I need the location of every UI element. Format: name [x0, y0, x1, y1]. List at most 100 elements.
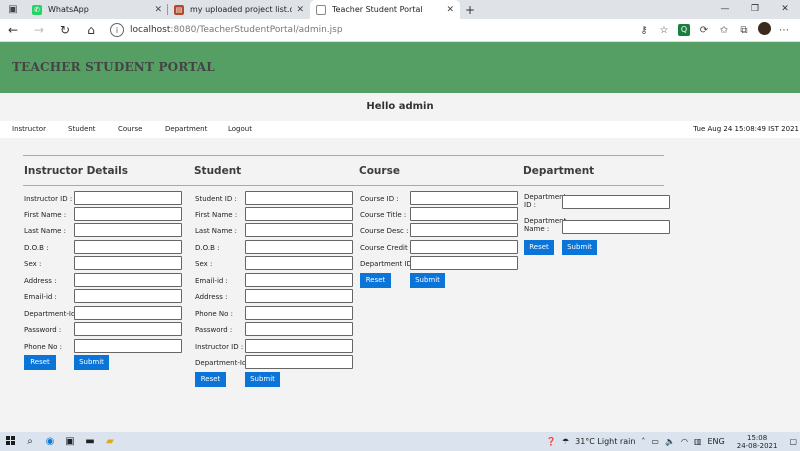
- favorites-icon[interactable]: ✩: [714, 25, 734, 36]
- department-id-input[interactable]: [562, 195, 670, 209]
- refresh-icon[interactable]: ↻: [52, 23, 78, 37]
- help-icon[interactable]: ❓: [546, 437, 556, 446]
- student-address-input[interactable]: [245, 289, 353, 303]
- info-icon[interactable]: i: [110, 23, 124, 37]
- instructor-email-input[interactable]: [74, 289, 182, 303]
- course-department-id-input[interactable]: [410, 256, 518, 270]
- student-reset-button[interactable]: Reset: [195, 372, 226, 387]
- network-icon[interactable]: ▥: [694, 437, 702, 446]
- admin-forms: Instructor Details Instructor ID : First…: [0, 138, 800, 432]
- instructor-id-input[interactable]: [74, 191, 182, 205]
- instructor-department-id-input[interactable]: [74, 306, 182, 320]
- department-name-label: Department Name :: [524, 217, 567, 233]
- instructor-title: Instructor Details: [24, 165, 128, 177]
- notifications-icon[interactable]: ▢: [789, 437, 797, 446]
- course-title: Course: [359, 165, 400, 177]
- tab-project-list[interactable]: ▤ my uploaded project list.downlo ✕: [168, 0, 310, 19]
- course-desc-input[interactable]: [410, 223, 518, 237]
- header-banner: TEACHER STUDENT PORTAL: [0, 42, 800, 93]
- volume-icon[interactable]: 🔈: [665, 437, 675, 446]
- student-phone-label: Phone No :: [195, 310, 234, 318]
- system-tray: ❓ ☂ 31°C Light rain ˄ ▭ 🔈 ◠ ▥ ENG 15:08 …: [543, 434, 800, 450]
- home-icon[interactable]: ⌂: [78, 23, 104, 37]
- clock-date: 24-08-2021: [736, 441, 778, 450]
- student-title: Student: [194, 165, 242, 177]
- instructor-id-label: Instructor ID :: [24, 195, 73, 203]
- extension-q-icon[interactable]: Q: [674, 24, 694, 36]
- extension-icon[interactable]: ⟳: [694, 25, 714, 36]
- student-department-id-input[interactable]: [245, 355, 353, 369]
- weather-text[interactable]: 31°C Light rain: [575, 437, 635, 446]
- file-explorer-icon[interactable]: ▰: [100, 436, 120, 447]
- close-icon[interactable]: ✕: [296, 5, 304, 15]
- student-last-name-input[interactable]: [245, 223, 353, 237]
- profile-icon[interactable]: [754, 22, 774, 38]
- terminal-icon[interactable]: ▬: [80, 436, 100, 447]
- tab-title: my uploaded project list.downlo: [190, 5, 293, 14]
- instructor-password-label: Password :: [24, 326, 62, 334]
- course-id-input[interactable]: [410, 191, 518, 205]
- favorite-add-icon[interactable]: ☆: [654, 25, 674, 36]
- key-icon[interactable]: ⚷: [634, 25, 654, 36]
- instructor-dob-input[interactable]: [74, 240, 182, 254]
- student-dob-input[interactable]: [245, 240, 353, 254]
- department-submit-button[interactable]: Submit: [562, 240, 597, 255]
- student-instructor-id-input[interactable]: [245, 339, 353, 353]
- tab-teacher-student-portal[interactable]: Teacher Student Portal ✕: [310, 0, 460, 19]
- student-id-input[interactable]: [245, 191, 353, 205]
- site-title: TEACHER STUDENT PORTAL: [12, 60, 215, 74]
- menu-department[interactable]: Department: [165, 125, 207, 133]
- instructor-sex-input[interactable]: [74, 256, 182, 270]
- instructor-phone-input[interactable]: [74, 339, 182, 353]
- course-title-input[interactable]: [410, 207, 518, 221]
- address-bar[interactable]: i localhost:8080/TeacherStudentPortal/ad…: [110, 21, 630, 39]
- instructor-submit-button[interactable]: Submit: [74, 355, 109, 370]
- instructor-last-name-input[interactable]: [74, 223, 182, 237]
- menu-course[interactable]: Course: [118, 125, 142, 133]
- new-tab-button[interactable]: +: [460, 0, 480, 19]
- windows-start-icon[interactable]: [0, 435, 20, 448]
- course-id-label: Course ID :: [360, 195, 399, 203]
- department-reset-button[interactable]: Reset: [524, 240, 554, 255]
- close-icon[interactable]: ✕: [154, 5, 162, 15]
- taskbar-clock[interactable]: 15:08 24-08-2021: [734, 434, 781, 450]
- menu-instructor[interactable]: Instructor: [12, 125, 46, 133]
- language-indicator[interactable]: ENG: [708, 437, 725, 446]
- student-submit-button[interactable]: Submit: [245, 372, 280, 387]
- app-icon[interactable]: ▣: [60, 436, 80, 447]
- student-first-name-input[interactable]: [245, 207, 353, 221]
- instructor-address-input[interactable]: [74, 273, 182, 287]
- instructor-last-name-label: Last Name :: [24, 227, 67, 235]
- display-icon: ▭: [651, 437, 659, 446]
- greeting: Hello admin: [0, 93, 800, 121]
- tab-actions-icon[interactable]: ▣: [0, 0, 26, 19]
- instructor-first-name-input[interactable]: [74, 207, 182, 221]
- instructor-reset-button[interactable]: Reset: [24, 355, 56, 370]
- wifi-icon[interactable]: ◠: [681, 437, 688, 446]
- search-icon[interactable]: ⌕: [20, 436, 40, 447]
- forward-icon[interactable]: →: [26, 23, 52, 37]
- student-sex-input[interactable]: [245, 256, 353, 270]
- close-window-icon[interactable]: ✕: [770, 0, 800, 19]
- student-email-input[interactable]: [245, 273, 353, 287]
- student-phone-input[interactable]: [245, 306, 353, 320]
- chevron-up-icon[interactable]: ˄: [641, 437, 645, 446]
- tab-whatsapp[interactable]: ✆ WhatsApp ✕: [26, 0, 168, 19]
- instructor-password-input[interactable]: [74, 322, 182, 336]
- menu-logout[interactable]: Logout: [228, 125, 252, 133]
- close-icon[interactable]: ✕: [446, 5, 454, 15]
- more-icon[interactable]: ⋯: [774, 25, 794, 36]
- collections-icon[interactable]: ⧉: [734, 25, 754, 36]
- course-reset-button[interactable]: Reset: [360, 273, 391, 288]
- course-credit-input[interactable]: [410, 240, 518, 254]
- menu-student[interactable]: Student: [68, 125, 96, 133]
- minimize-icon[interactable]: —: [710, 0, 740, 19]
- department-name-input[interactable]: [562, 220, 670, 234]
- back-icon[interactable]: ←: [0, 23, 26, 37]
- course-desc-label: Course Desc :: [360, 227, 409, 235]
- student-password-input[interactable]: [245, 322, 353, 336]
- course-submit-button[interactable]: Submit: [410, 273, 445, 288]
- course-department-id-label: Department ID:: [360, 260, 415, 268]
- edge-browser-icon[interactable]: ◉: [40, 436, 60, 447]
- restore-icon[interactable]: ❐: [740, 0, 770, 19]
